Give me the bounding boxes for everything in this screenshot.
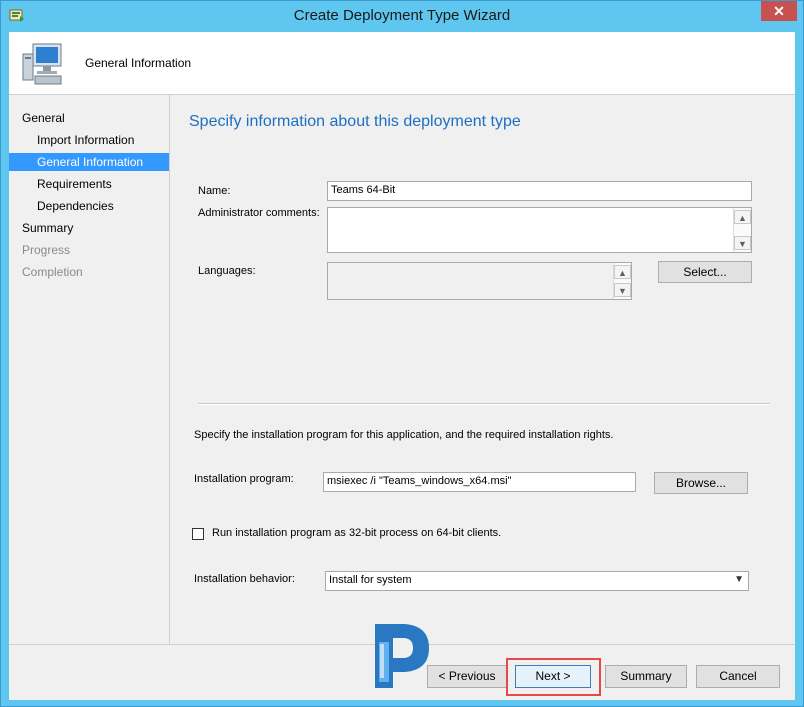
- select-languages-button[interactable]: Select...: [658, 261, 752, 283]
- nav-item-summary[interactable]: Summary: [9, 219, 169, 237]
- install-behavior-label: Installation behavior:: [194, 573, 295, 585]
- wizard-client: General Information General Import Infor…: [9, 32, 795, 700]
- languages-scrollbar[interactable]: ▲ ▼: [613, 263, 631, 299]
- wizard-window: Create Deployment Type Wizard ✕ General …: [0, 0, 804, 707]
- install-section-text: Specify the installation program for thi…: [194, 429, 614, 441]
- previous-button[interactable]: < Previous: [427, 665, 507, 688]
- run-32bit-label: Run installation program as 32-bit proce…: [212, 527, 502, 539]
- summary-button[interactable]: Summary: [605, 665, 687, 688]
- nav-item-general[interactable]: General: [9, 109, 169, 127]
- scroll-down-icon[interactable]: ▼: [734, 236, 751, 250]
- computer-icon: [22, 43, 62, 85]
- wizard-nav: General Import Information General Infor…: [9, 95, 170, 699]
- install-program-field[interactable]: msiexec /i "Teams_windows_x64.msi": [323, 472, 636, 492]
- run-32bit-checkbox[interactable]: [192, 528, 204, 540]
- watermark-logo-icon: [375, 624, 429, 688]
- name-label: Name:: [198, 185, 231, 197]
- install-behavior-value: Install for system: [329, 574, 412, 586]
- section-divider: [198, 403, 770, 405]
- name-field[interactable]: Teams 64-Bit: [327, 181, 752, 201]
- install-program-label: Installation program:: [194, 473, 294, 485]
- languages-list[interactable]: ▲ ▼: [327, 262, 632, 300]
- browse-button[interactable]: Browse...: [654, 472, 748, 494]
- nav-item-progress: Progress: [22, 243, 71, 257]
- nav-item-import-information[interactable]: Import Information: [9, 131, 169, 149]
- window-title: Create Deployment Type Wizard: [293, 7, 511, 24]
- cancel-button[interactable]: Cancel: [696, 665, 780, 688]
- chevron-down-icon[interactable]: ▼: [734, 574, 744, 585]
- wizard-header: General Information: [9, 32, 795, 95]
- admin-comments-field[interactable]: ▲ ▼: [327, 207, 752, 253]
- title-bar[interactable]: Create Deployment Type Wizard ✕: [1, 1, 803, 31]
- admin-comments-label: Administrator comments:: [198, 207, 320, 219]
- scroll-down-icon[interactable]: ▼: [614, 283, 631, 297]
- languages-label: Languages:: [198, 265, 256, 277]
- page-heading: Specify information about this deploymen…: [189, 113, 521, 130]
- nav-item-requirements[interactable]: Requirements: [9, 175, 169, 193]
- install-behavior-select[interactable]: Install for system ▼: [325, 571, 749, 591]
- close-button[interactable]: ✕: [761, 1, 797, 21]
- admin-comments-scrollbar[interactable]: ▲ ▼: [733, 208, 751, 252]
- nav-item-completion: Completion: [22, 265, 83, 279]
- header-title: General Information: [85, 56, 192, 70]
- next-button-highlight: [506, 658, 601, 696]
- nav-item-general-information[interactable]: General Information: [9, 153, 169, 171]
- wizard-main: Specify information about this deploymen…: [170, 95, 795, 699]
- scroll-up-icon[interactable]: ▲: [614, 265, 631, 279]
- nav-item-dependencies[interactable]: Dependencies: [9, 197, 169, 215]
- scroll-up-icon[interactable]: ▲: [734, 210, 751, 224]
